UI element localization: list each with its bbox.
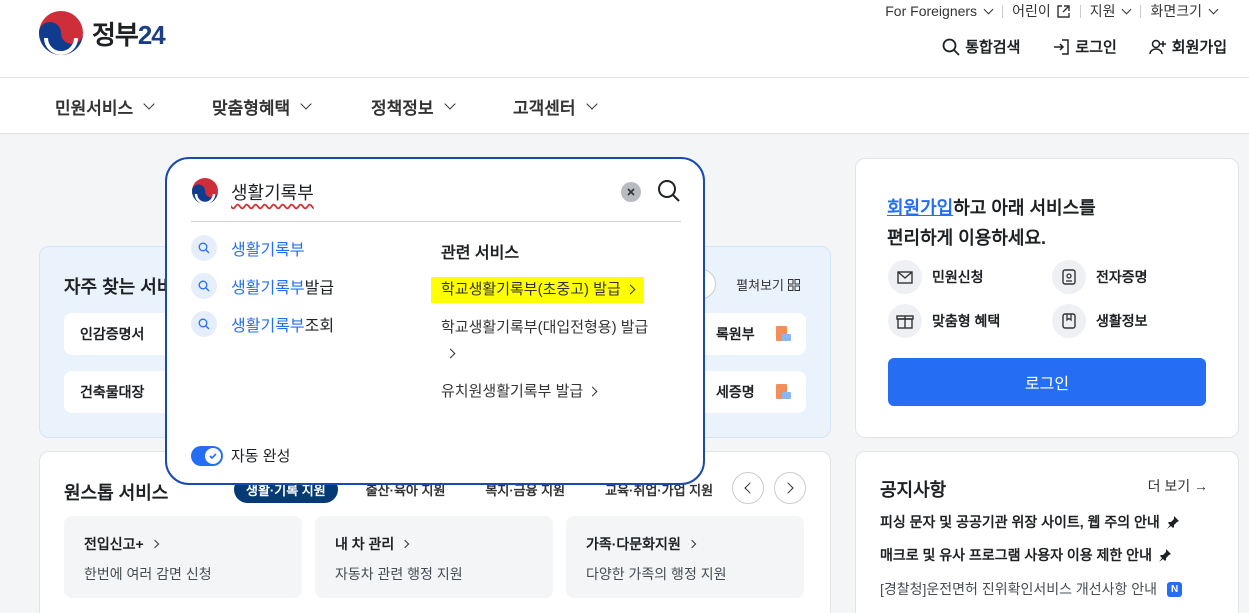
onestop-card-my-car[interactable]: 내 차 관리 자동차 관련 행정 지원 (315, 516, 553, 598)
notice-item[interactable]: [경찰청]운전면허 진위확인서비스 개선사항 안내 N (880, 579, 1183, 599)
id-card-icon (1052, 260, 1086, 294)
login-link[interactable]: 로그인 (1052, 36, 1117, 57)
bookmark-icon (1052, 304, 1086, 338)
check-icon (209, 452, 217, 459)
search-icon (191, 235, 217, 261)
frequent-services-title: 자주 찾는 서비 (64, 277, 174, 297)
notice-item[interactable]: 매크로 및 유사 프로그램 사용자 이용 제한 안내 (880, 545, 1172, 565)
logo-wordmark: 정부24 (92, 19, 166, 50)
gnb-customer-center[interactable]: 고객센터 (513, 78, 598, 134)
screen-size-menu[interactable]: 화면크기 (1140, 1, 1227, 21)
search-icon (942, 38, 960, 56)
notice-panel: 공지사항 더 보기 → 피싱 문자 및 공공기관 위장 사이트, 웹 주의 안내… (855, 451, 1239, 613)
chevron-right-icon (587, 386, 598, 397)
search-icon[interactable] (657, 179, 681, 203)
service-life-info[interactable]: 생활정보 (1052, 304, 1148, 338)
pin-icon (1158, 549, 1171, 562)
external-link-icon (1057, 4, 1070, 18)
related-service-link[interactable]: 유치원생활기록부 발급 (441, 379, 598, 405)
related-service-link[interactable]: 학교생활기록부(초중고) 발급 (431, 277, 644, 303)
chevron-right-icon (782, 482, 794, 494)
autocomplete-toggle[interactable]: 자동 완성 (191, 445, 290, 466)
notice-title: 공지사항 (880, 480, 947, 500)
onestop-title: 원스톱 서비스 (64, 483, 169, 503)
chevron-right-icon (625, 284, 636, 295)
utility-nav: For Foreigners 어린이 지원 화면크기 (875, 0, 1227, 22)
service-civil-request[interactable]: 민원신청 (888, 260, 984, 294)
login-button[interactable]: 로그인 (888, 358, 1206, 406)
clear-search-button[interactable] (621, 182, 641, 202)
gnb-civil-services[interactable]: 민원서비스 (55, 78, 155, 134)
site-logo[interactable]: 정부24 (38, 10, 166, 56)
search-icon (191, 273, 217, 299)
for-foreigners-menu[interactable]: For Foreigners (875, 3, 1002, 19)
chevron-down-icon (983, 4, 994, 14)
chevron-down-icon (1208, 4, 1219, 14)
chevron-down-icon (443, 98, 456, 110)
add-user-icon (1149, 39, 1166, 54)
chevron-right-icon (401, 539, 410, 549)
chevron-down-icon (300, 98, 312, 110)
search-divider (191, 221, 681, 222)
envelope-icon (888, 260, 922, 294)
signup-link[interactable]: 회원가입 (1149, 36, 1227, 57)
chevron-right-icon (687, 539, 697, 549)
chevron-down-icon (1122, 4, 1132, 14)
notice-item[interactable]: 피싱 문자 및 공공기관 위장 사이트, 웹 주의 안내 (880, 512, 1180, 532)
close-icon (627, 188, 635, 196)
onestop-card-family[interactable]: 가족·다문화지원 다양한 가족의 행정 지원 (566, 516, 804, 598)
chevron-right-icon (445, 348, 456, 359)
gift-icon (888, 304, 922, 338)
document-icon (776, 384, 791, 399)
suggestion-item[interactable]: 생활기록부 (191, 235, 305, 261)
main-navigation: 민원서비스 맞춤형혜택 정책정보 고객센터 (0, 78, 1249, 134)
search-icon (191, 311, 217, 337)
expand-toggle[interactable]: 펼쳐보기 (736, 275, 800, 294)
chevron-right-icon (150, 539, 159, 549)
chevron-down-icon (143, 98, 155, 110)
top-actions: 통합검색 로그인 회원가입 (910, 36, 1227, 57)
service-custom-benefits[interactable]: 맞춤형 혜택 (888, 304, 1000, 338)
support-menu[interactable]: 지원 (1079, 1, 1141, 21)
site-header: 정부24 For Foreigners 어린이 지원 화면크기 통합검색 로그인… (0, 0, 1249, 78)
signup-text-link[interactable]: 회원가입 (887, 198, 953, 218)
toggle-switch[interactable] (191, 445, 223, 466)
chevron-down-icon (585, 98, 598, 110)
document-icon (776, 326, 791, 341)
related-services-title: 관련 서비스 (441, 245, 520, 262)
kids-link[interactable]: 어린이 (1002, 1, 1080, 21)
prev-button[interactable] (732, 472, 764, 504)
chevron-left-icon (744, 482, 756, 494)
gnb-policy-info[interactable]: 정책정보 (371, 78, 456, 134)
onestop-card-move-in[interactable]: 전입신고+ 한번에 여러 감면 신청 (64, 516, 302, 598)
grid-icon (788, 278, 800, 291)
suggestion-item[interactable]: 생활기록부 조회 (191, 311, 334, 337)
taegeuk-logo-icon (39, 11, 83, 55)
login-card-title: 회원가입하고 아래 서비스를 편리하게 이용하세요. (887, 198, 1096, 248)
gnb-custom-benefits[interactable]: 맞춤형혜택 (212, 78, 312, 134)
search-input[interactable]: 생활기록부 (231, 179, 314, 205)
next-button[interactable] (774, 472, 806, 504)
suggestion-item[interactable]: 생활기록부 발급 (191, 273, 334, 299)
integrated-search-button[interactable]: 통합검색 (942, 36, 1020, 57)
pin-icon (1166, 516, 1179, 529)
search-autocomplete-popup: 생활기록부 생활기록부 생활기록부 발급 생활기록부 조회 관련 서비스 학교생활기… (165, 157, 705, 485)
taegeuk-logo-icon (192, 178, 218, 205)
login-icon (1054, 38, 1070, 55)
login-card: 회원가입하고 아래 서비스를 편리하게 이용하세요. 민원신청 전자증명 맞춤형… (855, 158, 1239, 438)
more-link[interactable]: 더 보기 → (1148, 476, 1208, 496)
new-badge: N (1167, 581, 1183, 597)
service-e-certificate[interactable]: 전자증명 (1052, 260, 1148, 294)
related-service-link[interactable]: 학교생활기록부(대입전형용) 발급 (441, 315, 681, 367)
